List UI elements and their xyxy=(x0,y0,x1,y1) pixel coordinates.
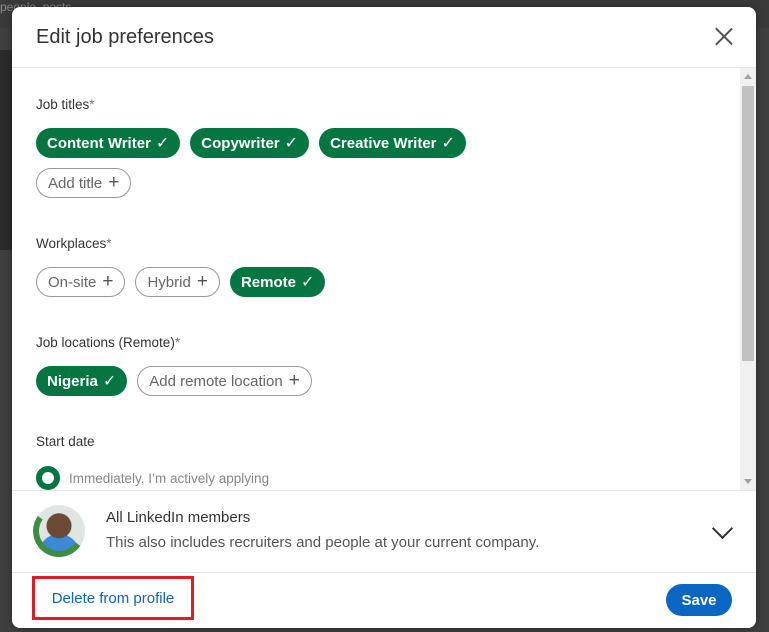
visibility-title: All LinkedIn members xyxy=(106,509,251,526)
chip-remote[interactable]: Remote ✓ xyxy=(229,267,326,297)
visibility-selector[interactable]: All LinkedIn members This also includes … xyxy=(12,490,756,573)
chip-label: Remote xyxy=(240,273,296,291)
save-button[interactable]: Save xyxy=(666,584,732,616)
avatar xyxy=(33,505,85,557)
chip-label: Add title xyxy=(48,174,103,192)
radio-label: Immediately, I’m actively applying xyxy=(69,470,270,486)
chip-label: Content Writer xyxy=(47,134,151,152)
add-remote-location-button[interactable]: Add remote location + xyxy=(137,366,312,396)
start-date-option-immediately[interactable]: Immediately, I’m actively applying xyxy=(36,466,269,490)
close-icon[interactable] xyxy=(712,24,736,48)
check-icon: ✓ xyxy=(441,135,455,152)
chip-label: Creative Writer xyxy=(330,134,437,152)
chip-label: Add remote location xyxy=(149,372,283,390)
plus-icon: + xyxy=(108,172,120,193)
scrollbar[interactable] xyxy=(740,68,756,490)
scroll-down-icon[interactable] xyxy=(744,479,752,484)
workplaces-label-text: Workplaces xyxy=(36,236,107,251)
delete-from-profile-button[interactable]: Delete from profile xyxy=(32,576,194,620)
visibility-subtitle: This also includes recruiters and people… xyxy=(106,534,540,551)
required-mark: * xyxy=(89,97,95,112)
check-icon: ✓ xyxy=(102,373,117,390)
plus-icon: + xyxy=(102,271,114,292)
workplaces-chips: On-site + Hybrid + Remote ✓ xyxy=(36,267,326,297)
required-mark: * xyxy=(106,236,112,251)
chip-nigeria[interactable]: Nigeria ✓ xyxy=(36,366,128,396)
chip-label: Copywriter xyxy=(201,134,280,152)
dialog-footer: Delete from profile Save xyxy=(12,572,756,628)
job-locations-label: Job locations (Remote)* xyxy=(36,335,180,350)
workplaces-label: Workplaces* xyxy=(36,236,112,251)
scrollbar-thumb[interactable] xyxy=(742,86,754,361)
add-title-row: Add title + xyxy=(36,168,132,198)
plus-icon: + xyxy=(288,370,300,391)
add-title-button[interactable]: Add title + xyxy=(36,168,132,198)
scroll-up-icon[interactable] xyxy=(744,74,752,79)
edit-job-preferences-dialog: Edit job preferences Job titles* Content… xyxy=(12,7,756,628)
dialog-header: Edit job preferences xyxy=(12,7,756,68)
chip-on-site[interactable]: On-site + xyxy=(36,267,126,297)
chip-label: Nigeria xyxy=(47,372,98,390)
check-icon: ✓ xyxy=(155,135,170,152)
radio-selected-icon[interactable] xyxy=(36,466,60,490)
job-titles-label: Job titles* xyxy=(36,97,95,112)
job-titles-chips: Content Writer ✓ Copywriter ✓ Creative Wri… xyxy=(36,128,466,158)
chip-hybrid[interactable]: Hybrid + xyxy=(135,267,220,297)
dialog-body: Job titles* Content Writer ✓ Copywriter ✓ … xyxy=(12,68,756,490)
plus-icon: + xyxy=(196,271,208,292)
start-date-label: Start date xyxy=(36,434,95,449)
job-locations-chips: Nigeria ✓ Add remote location + xyxy=(36,366,312,396)
job-locations-label-text: Job locations (Remote) xyxy=(36,335,175,350)
chip-content-writer[interactable]: Content Writer ✓ xyxy=(36,128,181,158)
check-icon: ✓ xyxy=(300,274,315,291)
chip-label: Hybrid xyxy=(147,273,191,291)
check-icon: ✓ xyxy=(284,135,299,152)
required-mark: * xyxy=(174,335,181,350)
chip-creative-writer[interactable]: Creative Writer ✓ xyxy=(319,128,466,158)
chip-copywriter[interactable]: Copywriter ✓ xyxy=(190,128,310,158)
chip-label: On-site xyxy=(48,273,97,291)
chevron-down-icon[interactable] xyxy=(711,517,734,540)
dialog-title: Edit job preferences xyxy=(36,25,214,48)
job-titles-label-text: Job titles xyxy=(36,97,90,112)
open-to-work-ring xyxy=(33,505,85,557)
